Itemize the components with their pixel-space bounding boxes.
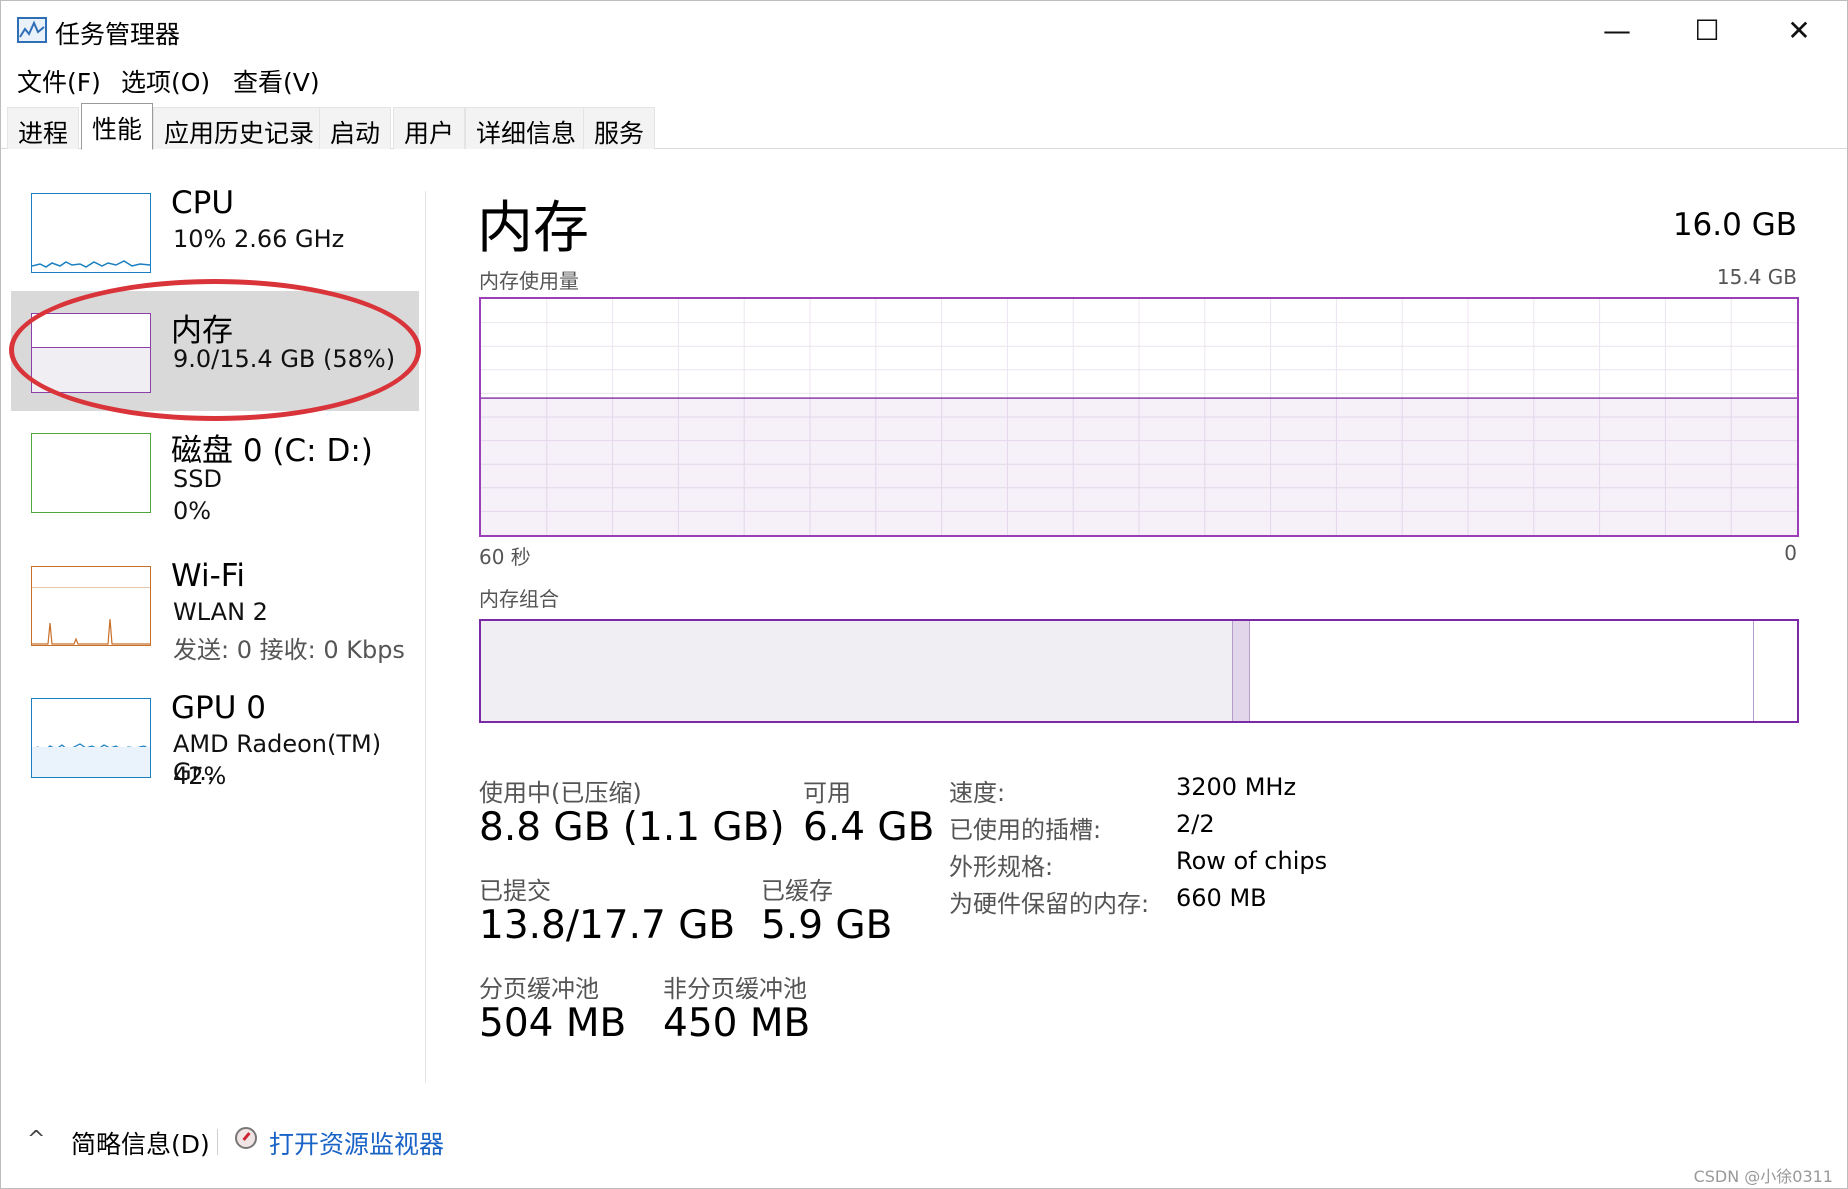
slots-value: 2/2: [1176, 810, 1215, 838]
close-button[interactable]: ✕: [1753, 1, 1845, 59]
available-label: 可用: [803, 779, 851, 807]
composition-in-use: [481, 621, 1233, 721]
memory-composition-bar: [479, 619, 1799, 723]
disk-type: SSD: [173, 465, 222, 493]
minimize-button[interactable]: —: [1571, 1, 1663, 59]
available-value: 6.4 GB: [803, 805, 935, 850]
tab-app-history[interactable]: 应用历史记录: [153, 107, 326, 149]
sidebar-divider: [425, 191, 426, 1083]
composition-label: 内存组合: [479, 587, 559, 611]
cached-label: 已缓存: [761, 877, 833, 905]
composition-modified: [1233, 621, 1251, 721]
usage-graph-label: 内存使用量: [479, 269, 579, 293]
menu-bar: 文件(F) 选项(O) 查看(V): [1, 59, 1847, 99]
in-use-value: 8.8 GB (1.1 GB): [479, 805, 785, 850]
page-title: 内存: [477, 196, 589, 261]
maximize-icon: ☐: [1694, 13, 1720, 47]
tab-services[interactable]: 服务: [583, 107, 656, 149]
paged-pool-value: 504 MB: [479, 1001, 627, 1046]
committed-label: 已提交: [479, 877, 551, 905]
sidebar-item-wifi[interactable]: Wi-Fi WLAN 2 发送: 0 接收: 0 Kbps: [11, 554, 419, 664]
paged-pool-label: 分页缓冲池: [479, 975, 599, 1003]
menu-view[interactable]: 查看(V): [233, 63, 320, 99]
speed-label: 速度:: [949, 779, 1006, 807]
task-manager-window: 任务管理器 — ☐ ✕ 文件(F) 选项(O) 查看(V) 进程 性能 应用历史…: [0, 0, 1848, 1189]
gpu-usage: 42%: [173, 762, 227, 790]
sidebar-item-cpu[interactable]: CPU 10% 2.66 GHz: [11, 181, 419, 281]
chevron-up-icon[interactable]: ^: [27, 1127, 45, 1152]
disk-usage: 0%: [173, 497, 212, 525]
resource-monitor-icon: [235, 1127, 257, 1149]
sidebar-item-gpu[interactable]: GPU 0 AMD Radeon(TM) Gr.. 42%: [11, 688, 419, 798]
disk-title: 磁盘 0 (C: D:): [171, 433, 373, 469]
minimize-icon: —: [1603, 13, 1631, 47]
composition-standby: [1250, 621, 1755, 721]
tab-processes[interactable]: 进程: [7, 107, 80, 149]
sidebar-item-disk[interactable]: 磁盘 0 (C: D:) SSD 0%: [11, 421, 419, 531]
memory-thumbnail-graph: [31, 313, 151, 393]
wifi-throughput: 发送: 0 接收: 0 Kbps: [173, 636, 405, 664]
hardware-reserved-value: 660 MB: [1176, 884, 1267, 912]
task-manager-icon: [17, 17, 47, 43]
form-factor-label: 外形规格:: [949, 853, 1054, 881]
tab-details[interactable]: 详细信息: [465, 107, 588, 149]
tab-startup[interactable]: 启动: [319, 107, 392, 149]
memory-usage-graph: [479, 297, 1799, 537]
nonpaged-pool-label: 非分页缓冲池: [663, 975, 807, 1003]
window-title: 任务管理器: [55, 20, 181, 49]
usage-graph-max: 15.4 GB: [1716, 265, 1797, 289]
cpu-title: CPU: [171, 185, 235, 221]
menu-options[interactable]: 选项(O): [121, 63, 210, 99]
maximize-button[interactable]: ☐: [1661, 1, 1753, 59]
footer-separator: [217, 1129, 218, 1155]
open-resource-monitor-link[interactable]: 打开资源监视器: [269, 1125, 444, 1161]
cpu-usage: 10% 2.66 GHz: [173, 225, 345, 253]
memory-title: 内存: [171, 313, 233, 349]
wifi-title: Wi-Fi: [171, 558, 245, 594]
nonpaged-pool-value: 450 MB: [663, 1001, 811, 1046]
tab-bar: 进程 性能 应用历史记录 启动 用户 详细信息 服务: [1, 101, 1847, 150]
title-bar[interactable]: 任务管理器 — ☐ ✕: [1, 1, 1847, 59]
memory-usage-plot: [481, 299, 1797, 535]
close-icon: ✕: [1787, 13, 1811, 47]
in-use-label: 使用中(已压缩): [479, 779, 642, 807]
fewer-details-button[interactable]: 简略信息(D): [71, 1125, 210, 1161]
wifi-thumbnail-graph: [31, 566, 151, 646]
watermark: CSDN @小徐0311: [1693, 1167, 1833, 1186]
cpu-thumbnail-graph: [31, 193, 151, 273]
gpu-title: GPU 0: [171, 690, 266, 726]
menu-file[interactable]: 文件(F): [17, 63, 101, 99]
sidebar-item-memory[interactable]: 内存 9.0/15.4 GB (58%): [11, 291, 419, 411]
hardware-reserved-label: 为硬件保留的内存:: [949, 890, 1150, 918]
speed-value: 3200 MHz: [1176, 773, 1297, 801]
committed-value: 13.8/17.7 GB: [479, 903, 736, 948]
tab-performance[interactable]: 性能: [81, 103, 154, 150]
memory-total: 16.0 GB: [1672, 207, 1797, 243]
tab-users[interactable]: 用户: [393, 107, 466, 149]
graph-time-start: 60 秒: [479, 545, 531, 569]
graph-time-end: 0: [1784, 541, 1797, 565]
memory-usage: 9.0/15.4 GB (58%): [173, 345, 396, 373]
cached-value: 5.9 GB: [761, 903, 893, 948]
disk-thumbnail-graph: [31, 433, 151, 513]
form-factor-value: Row of chips: [1176, 847, 1328, 875]
slots-label: 已使用的插槽:: [949, 816, 1102, 844]
gpu-thumbnail-graph: [31, 698, 151, 778]
usage-area: [481, 398, 1797, 535]
wifi-adapter: WLAN 2: [173, 598, 268, 626]
